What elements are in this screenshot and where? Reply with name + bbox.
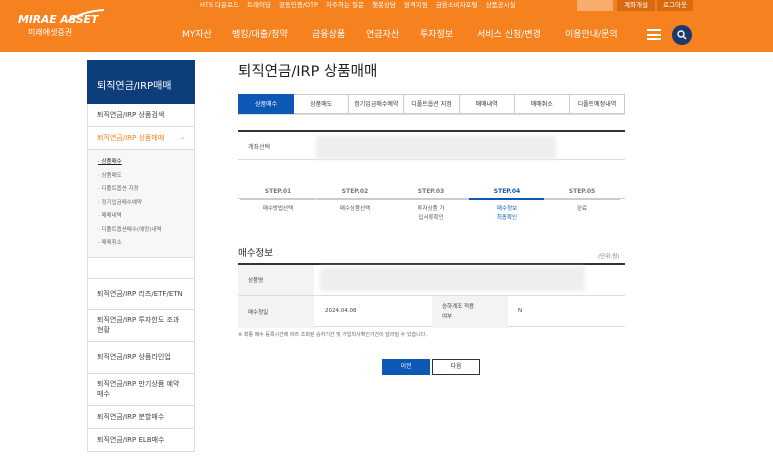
step-5-label: 완료 <box>576 206 588 212</box>
account-label: 계좌선택 <box>248 144 271 151</box>
util-link-faq[interactable]: 자주하는 질문 <box>322 0 368 10</box>
util-link-trading[interactable]: 트레이딩 <box>243 0 275 10</box>
lnb-sub-scheduled-buy[interactable]: · 정기입금매수예약 <box>98 197 194 211</box>
step-5: STEP.05 완료 <box>544 186 620 214</box>
gnb-my-assets[interactable]: MY자산 <box>182 27 232 40</box>
buy-info-table: 상품명 매수청일 2024.04.08 승하계조 적용여부 N <box>238 263 625 328</box>
lnb-item-maturity[interactable]: 퇴직연금/IRP 만기상품 예약매수 <box>87 373 195 406</box>
lnb-sub-history[interactable]: · 매매내역 <box>98 210 194 224</box>
util-link-hts[interactable]: HTS 다운로드 <box>196 0 243 10</box>
tab-history[interactable]: 매매내역 <box>459 94 515 114</box>
step-1-number: STEP.01 <box>264 188 292 195</box>
gnb-financial-products[interactable]: 금융상품 <box>312 27 366 40</box>
lnb-title: 퇴직연금/IRP매매 <box>87 60 195 104</box>
util-link-chatbot[interactable]: 챗봇상담 <box>368 0 400 10</box>
lnb-item-limit[interactable]: 퇴직연금/IRP 투자한도 조과현황 <box>87 309 195 342</box>
search-button[interactable] <box>672 25 692 45</box>
lnb-item-lineup[interactable]: 퇴직연금/IRP 상품라인업 <box>87 341 195 374</box>
next-button[interactable]: 다음 <box>432 359 480 375</box>
product-row: 상품명 <box>238 265 625 296</box>
tab-scheduled-buy[interactable]: 정기입금매수예약 <box>349 94 405 114</box>
step-1: STEP.01 매수방법선택 <box>240 186 316 214</box>
util-link-cert[interactable]: 공동인증/OTP <box>275 0 322 10</box>
product-name-value <box>320 267 585 291</box>
step-3: STEP.03 투자상품 가입서류확인 <box>393 186 469 223</box>
lnb-sub-default-history[interactable]: · 디폴트옵션매수(예정)내역 <box>98 224 194 238</box>
logo-sub-text: 미래에셋증권 <box>28 28 73 37</box>
step-1-bar <box>240 198 316 200</box>
auto-label: 승하계조 적용여부 <box>432 296 508 328</box>
date-value: 2024.04.08 <box>325 308 357 314</box>
prev-button[interactable]: 이전 <box>382 359 430 375</box>
unit-label: (단위:원) <box>598 254 620 260</box>
open-account-button[interactable]: 계좌개설 <box>617 0 655 11</box>
step-1-label: 매수방법선택 <box>262 206 294 212</box>
chevron-down-icon: ⌄ <box>179 134 185 141</box>
step-4-label: 매수정보 최종확인 <box>496 206 518 221</box>
step-3-bar <box>393 198 469 200</box>
gnb-banking[interactable]: 뱅킹/대출/청약 <box>232 27 312 40</box>
gnb-pension[interactable]: 연금자산 <box>366 27 420 40</box>
tab-bar: 상품매수 상품매도 정기입금매수예약 디폴트옵션 지정 매매내역 매매취소 디폴… <box>238 94 625 115</box>
step-2-number: STEP.02 <box>341 188 369 195</box>
lnb-item-trade[interactable]: 퇴직연금/IRP 상품매매 ⌄ <box>87 127 195 150</box>
top-header: MIRAE ASSET 미래에셋증권 HTS 다운로드 트레이딩 공동인증/OT… <box>0 0 773 52</box>
user-name-box <box>577 0 613 11</box>
account-select-field[interactable] <box>316 136 556 160</box>
gnb-services[interactable]: 서비스 신청/변경 <box>477 27 565 40</box>
product-label: 상품명 <box>238 265 314 295</box>
lnb-sub-sell[interactable]: · 상품매도 <box>98 170 194 184</box>
lnb-item-search[interactable]: 퇴직연금/IRP 상품검색 <box>87 104 195 127</box>
lnb-sub-cancel[interactable]: · 매매취소 <box>98 237 194 251</box>
step-3-number: STEP.03 <box>417 188 445 195</box>
logout-button[interactable]: 로그아웃 <box>657 0 693 11</box>
lnb-sub-buy[interactable]: · 상품매수 <box>98 156 194 170</box>
tab-default-history[interactable]: 디폴트예정내역 <box>569 94 625 114</box>
left-nav: 퇴직연금/IRP매매 퇴직연금/IRP 상품검색 퇴직연금/IRP 상품매매 ⌄… <box>87 60 195 452</box>
step-2-label: 매수상품선택 <box>339 206 371 212</box>
account-select-row: 계좌선택 <box>238 130 625 160</box>
lnb-item-reits[interactable]: 퇴직연금/IRP 리츠/ETF/ETN <box>87 277 195 310</box>
utility-links: HTS 다운로드 트레이딩 공동인증/OTP 자주하는 질문 챗봇상담 원격지원… <box>196 0 520 10</box>
tab-sell[interactable]: 상품매도 <box>294 94 350 114</box>
step-indicator: STEP.01 매수방법선택 STEP.02 매수상품선택 STEP.03 투자… <box>238 186 625 226</box>
lnb-sub-default-option[interactable]: · 디폴트옵션 지정 <box>98 183 194 197</box>
lnb-submenu: · 상품매수 · 상품매도 · 디폴트옵션 지정 · 정기입금매수예약 · 매매… <box>87 150 195 258</box>
date-label: 매수청일 <box>238 296 314 328</box>
step-4-bar <box>469 198 545 200</box>
util-link-disclosure[interactable]: 상품공시실 <box>482 0 520 10</box>
tab-cancel[interactable]: 매매취소 <box>514 94 570 114</box>
tab-default-option[interactable]: 디폴트옵션 지정 <box>404 94 460 114</box>
tab-buy[interactable]: 상품매수 <box>238 94 295 114</box>
hamburger-icon[interactable] <box>647 29 661 40</box>
gnb-invest-info[interactable]: 투자정보 <box>420 27 477 40</box>
step-4: STEP.04 매수정보 최종확인 <box>469 186 545 223</box>
step-5-number: STEP.05 <box>568 188 596 195</box>
section-title: 매수정보 <box>238 248 273 259</box>
global-nav: MY자산 뱅킹/대출/청약 금융상품 연금자산 투자정보 서비스 신청/변경 이… <box>182 27 633 40</box>
step-4-number: STEP.04 <box>493 188 521 195</box>
step-2: STEP.02 매수상품선택 <box>317 186 393 214</box>
mirae-asset-logo[interactable]: MIRAE ASSET 미래에셋증권 <box>16 9 106 39</box>
step-5-bar <box>544 198 620 200</box>
lnb-item-split-buy[interactable]: 퇴직연금/IRP 분할매수 <box>87 405 195 429</box>
step-2-bar <box>317 198 393 200</box>
util-link-remote[interactable]: 원격지원 <box>400 0 432 10</box>
lnb-item-elb[interactable]: 퇴직연금/IRP ELB매수 <box>87 428 195 452</box>
notice-text: ※ 최종 매수 등록시간에 따라 조회된 승하기간 및 가입되사확인기간이 달라… <box>238 332 427 338</box>
search-icon <box>677 30 687 40</box>
page-title: 퇴직연금/IRP 상품매매 <box>238 64 378 80</box>
logo-swoosh-icon <box>67 9 105 22</box>
util-link-consumer[interactable]: 금융소비자포털 <box>432 0 482 10</box>
auto-value: N <box>518 308 523 314</box>
lnb-spacer <box>87 257 195 278</box>
step-3-label: 투자상품 가입서류확인 <box>417 206 445 221</box>
gnb-guide[interactable]: 이용안내/문의 <box>565 27 633 40</box>
lnb-item-trade-label: 퇴직연금/IRP 상품매매 <box>97 134 165 142</box>
